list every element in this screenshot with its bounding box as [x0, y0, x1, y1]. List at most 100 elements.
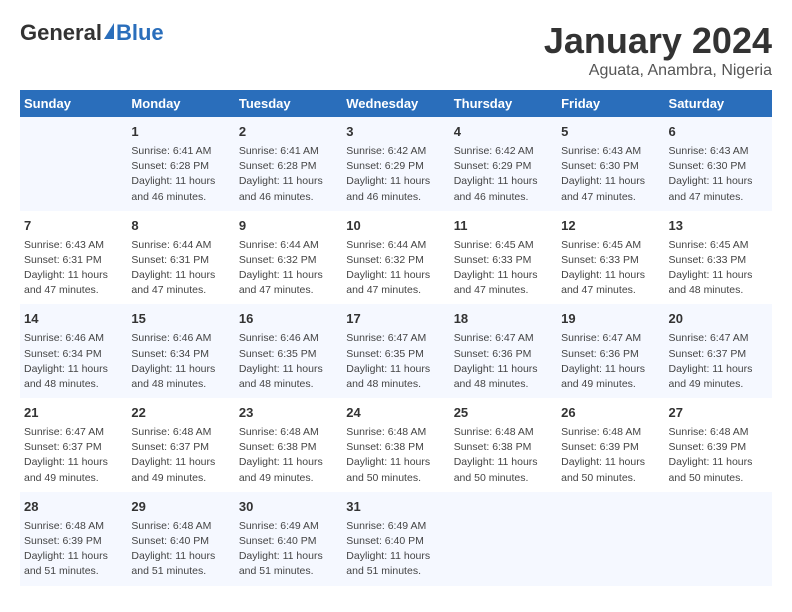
- cell-info: Sunrise: 6:46 AMSunset: 6:34 PMDaylight:…: [24, 331, 123, 392]
- cell-info: Sunrise: 6:48 AMSunset: 6:39 PMDaylight:…: [24, 519, 123, 580]
- calendar-cell: 14Sunrise: 6:46 AMSunset: 6:34 PMDayligh…: [20, 304, 127, 398]
- cell-info: Sunrise: 6:48 AMSunset: 6:40 PMDaylight:…: [131, 519, 230, 580]
- cell-info: Sunrise: 6:49 AMSunset: 6:40 PMDaylight:…: [346, 519, 445, 580]
- page-header: General Blue January 2024 Aguata, Anambr…: [20, 20, 772, 80]
- calendar-cell: 25 Sunrise: 6:48 AMSunset: 6:38 PMDayligh…: [450, 398, 557, 492]
- cell-info: Sunrise: 6:42 AMSunset: 6:29 PMDaylight:…: [454, 144, 553, 205]
- calendar-week-row: 28 Sunrise: 6:48 AMSunset: 6:39 PMDayligh…: [20, 492, 772, 586]
- calendar-table: SundayMondayTuesdayWednesdayThursdayFrid…: [20, 90, 772, 586]
- calendar-week-row: 7 Sunrise: 6:43 AMSunset: 6:31 PMDaylight…: [20, 211, 772, 305]
- header-day-thursday: Thursday: [450, 90, 557, 117]
- cell-info: Sunrise: 6:47 AMSunset: 6:36 PMDaylight:…: [454, 331, 553, 392]
- calendar-cell: 19Sunrise: 6:47 AMSunset: 6:36 PMDayligh…: [557, 304, 664, 398]
- calendar-week-row: 14Sunrise: 6:46 AMSunset: 6:34 PMDayligh…: [20, 304, 772, 398]
- cell-info: Sunrise: 6:44 AMSunset: 6:32 PMDaylight:…: [239, 238, 338, 299]
- day-number: 28: [24, 498, 123, 517]
- calendar-cell: 9 Sunrise: 6:44 AMSunset: 6:32 PMDaylight…: [235, 211, 342, 305]
- calendar-cell: 11 Sunrise: 6:45 AMSunset: 6:33 PMDayligh…: [450, 211, 557, 305]
- calendar-cell: 15 Sunrise: 6:46 AMSunset: 6:34 PMDayligh…: [127, 304, 234, 398]
- cell-info: Sunrise: 6:47 AMSunset: 6:37 PMDaylight:…: [24, 425, 123, 486]
- logo-general-text: General: [20, 20, 102, 46]
- calendar-cell: 20 Sunrise: 6:47 AMSunset: 6:37 PMDayligh…: [665, 304, 772, 398]
- calendar-cell: 6 Sunrise: 6:43 AMSunset: 6:30 PMDaylight…: [665, 117, 772, 211]
- day-number: 23: [239, 404, 338, 423]
- logo-triangle-icon: [104, 23, 114, 39]
- calendar-cell: [557, 492, 664, 586]
- day-number: 24: [346, 404, 445, 423]
- header-day-saturday: Saturday: [665, 90, 772, 117]
- cell-info: Sunrise: 6:49 AMSunset: 6:40 PMDaylight:…: [239, 519, 338, 580]
- header-day-friday: Friday: [557, 90, 664, 117]
- day-number: 31: [346, 498, 445, 517]
- cell-info: Sunrise: 6:43 AMSunset: 6:30 PMDaylight:…: [669, 144, 768, 205]
- calendar-cell: 30 Sunrise: 6:49 AMSunset: 6:40 PMDayligh…: [235, 492, 342, 586]
- calendar-cell: 26 Sunrise: 6:48 AMSunset: 6:39 PMDayligh…: [557, 398, 664, 492]
- calendar-cell: 17 Sunrise: 6:47 AMSunset: 6:35 PMDayligh…: [342, 304, 449, 398]
- day-number: 12: [561, 217, 660, 236]
- day-number: 6: [669, 123, 768, 142]
- day-number: 8: [131, 217, 230, 236]
- day-number: 26: [561, 404, 660, 423]
- calendar-week-row: 1Sunrise: 6:41 AMSunset: 6:28 PMDaylight…: [20, 117, 772, 211]
- day-number: 11: [454, 217, 553, 236]
- calendar-cell: 27 Sunrise: 6:48 AMSunset: 6:39 PMDayligh…: [665, 398, 772, 492]
- calendar-week-row: 21Sunrise: 6:47 AMSunset: 6:37 PMDayligh…: [20, 398, 772, 492]
- day-number: 16: [239, 310, 338, 329]
- calendar-cell: 8 Sunrise: 6:44 AMSunset: 6:31 PMDaylight…: [127, 211, 234, 305]
- calendar-cell: [665, 492, 772, 586]
- cell-info: Sunrise: 6:44 AMSunset: 6:32 PMDaylight:…: [346, 238, 445, 299]
- calendar-cell: 13Sunrise: 6:45 AMSunset: 6:33 PMDayligh…: [665, 211, 772, 305]
- day-number: 29: [131, 498, 230, 517]
- day-number: 2: [239, 123, 338, 142]
- day-number: 27: [669, 404, 768, 423]
- calendar-cell: 3 Sunrise: 6:42 AMSunset: 6:29 PMDaylight…: [342, 117, 449, 211]
- day-number: 25: [454, 404, 553, 423]
- cell-info: Sunrise: 6:44 AMSunset: 6:31 PMDaylight:…: [131, 238, 230, 299]
- calendar-cell: [450, 492, 557, 586]
- day-number: 9: [239, 217, 338, 236]
- header-day-monday: Monday: [127, 90, 234, 117]
- cell-info: Sunrise: 6:42 AMSunset: 6:29 PMDaylight:…: [346, 144, 445, 205]
- cell-info: Sunrise: 6:47 AMSunset: 6:36 PMDaylight:…: [561, 331, 660, 392]
- day-number: 18: [454, 310, 553, 329]
- calendar-cell: 4 Sunrise: 6:42 AMSunset: 6:29 PMDaylight…: [450, 117, 557, 211]
- cell-info: Sunrise: 6:48 AMSunset: 6:39 PMDaylight:…: [561, 425, 660, 486]
- cell-info: Sunrise: 6:45 AMSunset: 6:33 PMDaylight:…: [669, 238, 768, 299]
- day-number: 15: [131, 310, 230, 329]
- calendar-cell: 23Sunrise: 6:48 AMSunset: 6:38 PMDayligh…: [235, 398, 342, 492]
- calendar-cell: [20, 117, 127, 211]
- cell-info: Sunrise: 6:47 AMSunset: 6:37 PMDaylight:…: [669, 331, 768, 392]
- header-day-tuesday: Tuesday: [235, 90, 342, 117]
- calendar-cell: 31 Sunrise: 6:49 AMSunset: 6:40 PMDayligh…: [342, 492, 449, 586]
- cell-info: Sunrise: 6:45 AMSunset: 6:33 PMDaylight:…: [454, 238, 553, 299]
- calendar-cell: 28 Sunrise: 6:48 AMSunset: 6:39 PMDayligh…: [20, 492, 127, 586]
- cell-info: Sunrise: 6:43 AMSunset: 6:31 PMDaylight:…: [24, 238, 123, 299]
- cell-info: Sunrise: 6:41 AMSunset: 6:28 PMDaylight:…: [131, 144, 230, 205]
- logo: General Blue: [20, 20, 164, 46]
- cell-info: Sunrise: 6:46 AMSunset: 6:34 PMDaylight:…: [131, 331, 230, 392]
- calendar-cell: 5Sunrise: 6:43 AMSunset: 6:30 PMDaylight…: [557, 117, 664, 211]
- day-number: 10: [346, 217, 445, 236]
- day-number: 20: [669, 310, 768, 329]
- day-number: 17: [346, 310, 445, 329]
- cell-info: Sunrise: 6:46 AMSunset: 6:35 PMDaylight:…: [239, 331, 338, 392]
- day-number: 7: [24, 217, 123, 236]
- cell-info: Sunrise: 6:48 AMSunset: 6:38 PMDaylight:…: [346, 425, 445, 486]
- calendar-cell: 1Sunrise: 6:41 AMSunset: 6:28 PMDaylight…: [127, 117, 234, 211]
- day-number: 3: [346, 123, 445, 142]
- cell-info: Sunrise: 6:48 AMSunset: 6:39 PMDaylight:…: [669, 425, 768, 486]
- calendar-cell: 2 Sunrise: 6:41 AMSunset: 6:28 PMDaylight…: [235, 117, 342, 211]
- cell-info: Sunrise: 6:41 AMSunset: 6:28 PMDaylight:…: [239, 144, 338, 205]
- calendar-cell: 29 Sunrise: 6:48 AMSunset: 6:40 PMDayligh…: [127, 492, 234, 586]
- day-number: 4: [454, 123, 553, 142]
- calendar-cell: 22Sunrise: 6:48 AMSunset: 6:37 PMDayligh…: [127, 398, 234, 492]
- calendar-cell: 18 Sunrise: 6:47 AMSunset: 6:36 PMDayligh…: [450, 304, 557, 398]
- calendar-cell: 10 Sunrise: 6:44 AMSunset: 6:32 PMDayligh…: [342, 211, 449, 305]
- header-day-sunday: Sunday: [20, 90, 127, 117]
- cell-info: Sunrise: 6:48 AMSunset: 6:37 PMDaylight:…: [131, 425, 230, 486]
- calendar-header-row: SundayMondayTuesdayWednesdayThursdayFrid…: [20, 90, 772, 117]
- day-number: 30: [239, 498, 338, 517]
- cell-info: Sunrise: 6:47 AMSunset: 6:35 PMDaylight:…: [346, 331, 445, 392]
- cell-info: Sunrise: 6:43 AMSunset: 6:30 PMDaylight:…: [561, 144, 660, 205]
- cell-info: Sunrise: 6:48 AMSunset: 6:38 PMDaylight:…: [454, 425, 553, 486]
